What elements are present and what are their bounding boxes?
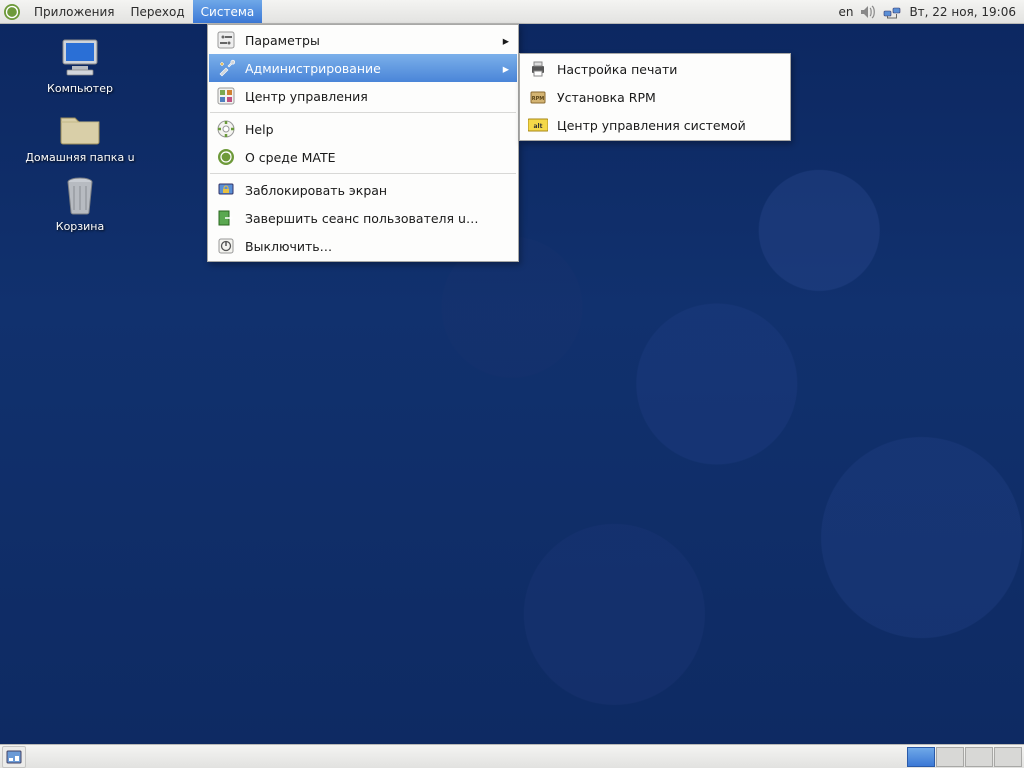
bottom-panel	[0, 744, 1024, 768]
menu-system-label: Система	[201, 5, 255, 19]
workspace-4[interactable]	[994, 747, 1022, 767]
show-desktop-button[interactable]	[2, 746, 26, 768]
menu-item-label: Центр управления	[245, 89, 368, 104]
submenu-item-print-setup[interactable]: Настройка печати	[521, 55, 789, 83]
sliders-icon	[215, 29, 237, 51]
logout-icon	[215, 207, 237, 229]
menu-item-about-mate[interactable]: О среде MATE	[209, 143, 517, 171]
menu-separator	[210, 173, 516, 174]
submenu-item-rpm-install[interactable]: RPM Установка RPM	[521, 83, 789, 111]
menu-item-preferences[interactable]: Параметры ▸	[209, 26, 517, 54]
workspace-2[interactable]	[936, 747, 964, 767]
menu-item-lock-screen[interactable]: Заблокировать экран	[209, 176, 517, 204]
submenu-item-system-control-center[interactable]: alt Центр управления системой	[521, 111, 789, 139]
administration-submenu: Настройка печати RPM Установка RPM alt Ц…	[519, 53, 791, 141]
menu-item-label: Help	[245, 122, 274, 137]
menu-item-label: О среде MATE	[245, 150, 336, 165]
chevron-right-icon: ▸	[479, 33, 509, 48]
desktop-icon-label: Компьютер	[47, 82, 113, 95]
menu-item-label: Заблокировать экран	[245, 183, 387, 198]
menu-places-label: Переход	[131, 5, 185, 19]
workspace-1[interactable]	[907, 747, 935, 767]
menu-separator	[210, 112, 516, 113]
shutdown-icon	[215, 235, 237, 257]
menu-item-logout[interactable]: Завершить сеанс пользователя u…	[209, 204, 517, 232]
menu-item-label: Центр управления системой	[557, 118, 746, 133]
menu-item-control-center[interactable]: Центр управления	[209, 82, 517, 110]
desktop-icons: Компьютер Домашняя папка u Корзина	[0, 30, 170, 245]
desktop-icon-trash[interactable]: Корзина	[0, 176, 160, 233]
svg-text:alt: alt	[534, 123, 543, 130]
keyboard-layout-indicator[interactable]: en	[838, 5, 853, 19]
menu-item-label: Администрирование	[245, 61, 381, 76]
mate-logo-icon	[2, 2, 22, 22]
desktop-icon-label: Домашняя папка u	[25, 151, 134, 164]
rpm-package-icon: RPM	[527, 86, 549, 108]
menu-applications-label: Приложения	[34, 5, 115, 19]
printer-icon	[527, 58, 549, 80]
menu-places[interactable]: Переход	[123, 0, 193, 23]
lock-screen-icon	[215, 179, 237, 201]
desktop-icon-home[interactable]: Домашняя папка u	[0, 107, 160, 164]
trash-icon	[56, 176, 104, 216]
menu-system[interactable]: Система	[193, 0, 263, 23]
panel-right: en Вт, 22 ноя, 19:06	[838, 0, 1024, 23]
mate-logo-icon	[215, 146, 237, 168]
menu-item-label: Завершить сеанс пользователя u…	[245, 211, 478, 226]
tools-icon	[215, 57, 237, 79]
desktop-icon-label: Корзина	[56, 220, 104, 233]
alt-control-icon: alt	[527, 114, 549, 136]
desktop-icon-computer[interactable]: Компьютер	[0, 38, 160, 95]
computer-icon	[56, 38, 104, 78]
help-icon	[215, 118, 237, 140]
menu-item-help[interactable]: Help	[209, 115, 517, 143]
top-panel: Приложения Переход Система en Вт, 22 ноя…	[0, 0, 1024, 24]
system-menu-dropdown: Параметры ▸ Администрирование ▸ Центр уп…	[207, 24, 519, 262]
svg-text:RPM: RPM	[532, 96, 545, 102]
show-desktop-icon	[6, 750, 22, 764]
menu-item-administration[interactable]: Администрирование ▸	[209, 54, 517, 82]
volume-icon[interactable]	[859, 3, 877, 21]
menu-item-label: Параметры	[245, 33, 320, 48]
menu-item-label: Выключить…	[245, 239, 332, 254]
menu-item-shutdown[interactable]: Выключить…	[209, 232, 517, 260]
panel-clock[interactable]: Вт, 22 ноя, 19:06	[907, 5, 1018, 19]
network-icon[interactable]	[883, 3, 901, 21]
menu-applications[interactable]: Приложения	[26, 0, 123, 23]
folder-home-icon	[56, 107, 104, 147]
panel-left: Приложения Переход Система	[0, 0, 262, 23]
workspace-switcher	[907, 747, 1024, 767]
chevron-right-icon: ▸	[479, 61, 509, 76]
control-center-icon	[215, 85, 237, 107]
menu-item-label: Установка RPM	[557, 90, 656, 105]
menu-item-label: Настройка печати	[557, 62, 677, 77]
workspace-3[interactable]	[965, 747, 993, 767]
